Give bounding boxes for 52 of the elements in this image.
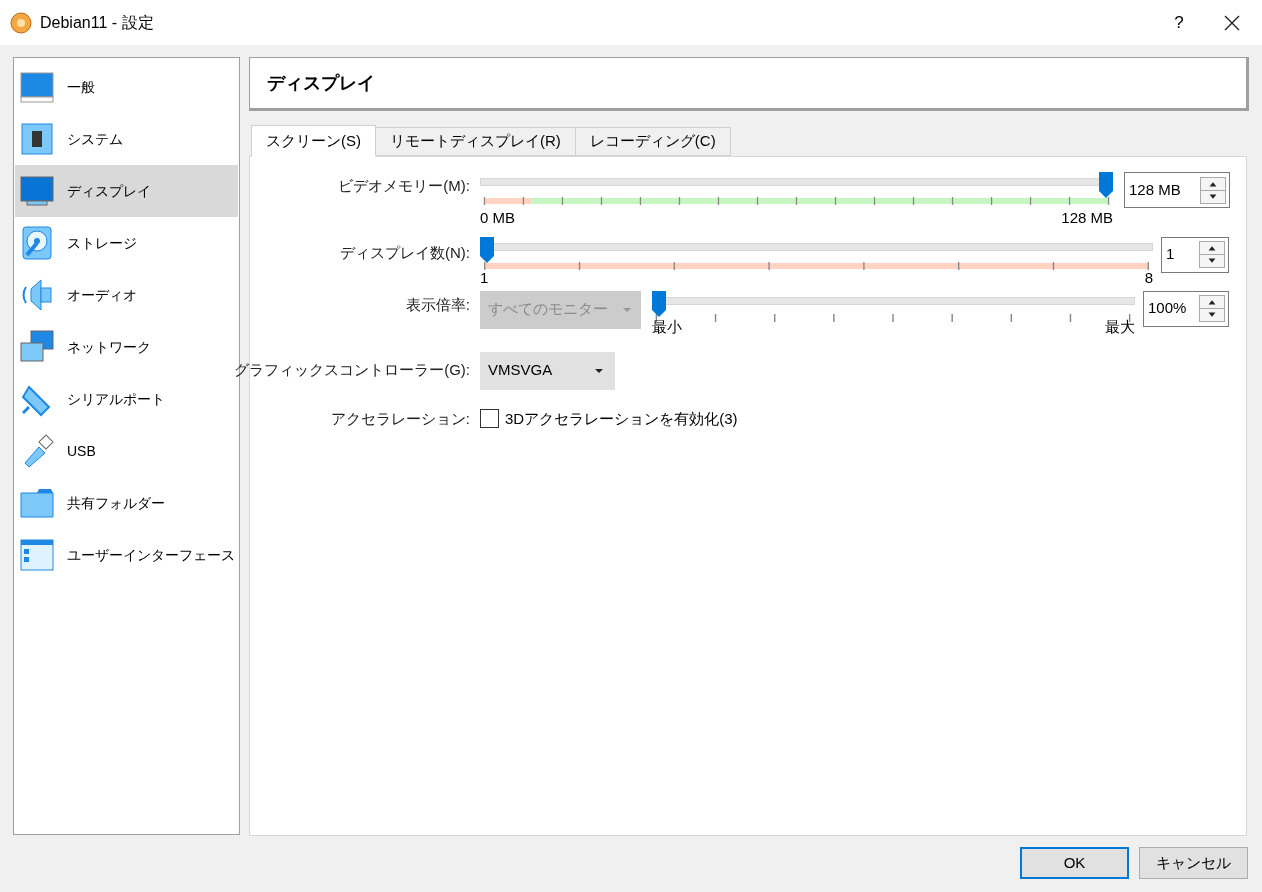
field-label: 表示倍率: [405,294,470,315]
slider-thumb[interactable] [652,290,666,317]
sidebar-item[interactable]: ストレージ [15,217,238,269]
monitor-icon [19,173,55,209]
max-label: 128 MB [1061,208,1113,228]
dialog-button[interactable]: OK [1020,847,1129,879]
video-memory-slider[interactable] [480,172,1113,198]
spin-box[interactable]: 128 MB [1124,172,1230,208]
min-label: 最小 [652,317,682,336]
min-label: 0 MB [480,208,515,228]
min-label: 1 [480,269,489,286]
network-monitors-icon [19,329,55,365]
spin-box[interactable]: 100% [1143,290,1229,327]
field-label: アクセラレーション: [330,408,470,429]
gear-icon [10,11,32,34]
sidebar-item[interactable]: オーディオ [15,269,238,321]
sidebar-item[interactable]: ディスプレイ [15,165,238,217]
dropdown-caret-icon [623,307,631,312]
acceleration-checkbox[interactable]: 3Dアクセラレーションを有効化(3) [480,407,738,430]
page-title: ディスプレイ [267,71,375,95]
max-label: 最大 [1105,317,1135,336]
tab[interactable]: スクリーン(S) [251,125,376,157]
spin-down-icon[interactable] [1199,308,1225,322]
chip-icon [19,121,55,157]
monitor-count-slider[interactable] [480,236,1153,263]
spin-down-icon[interactable] [1199,254,1225,268]
scale-slider[interactable] [652,290,1135,317]
controller-dropdown[interactable]: VMSVGA [480,351,615,390]
field-label: ビデオメモリー(M): [338,176,470,196]
tab[interactable]: レコーディング(C) [574,127,731,156]
tab[interactable]: リモートディスプレイ(R) [375,127,576,156]
slider-thumb[interactable] [480,236,494,263]
field-label: グラフィックスコントローラー(G): [234,360,470,381]
window-title: Debian11 - 設定 [40,12,154,33]
field-label: ディスプレイ数(N): [340,242,470,263]
sidebar-item[interactable]: 一般 [15,61,238,113]
sidebar-item[interactable]: USB [15,425,238,477]
monitor-icon [19,69,55,105]
spin-box[interactable]: 1 [1161,236,1229,273]
sidebar-item[interactable]: 共有フォルダー [15,477,238,529]
close-icon [1224,14,1240,31]
spin-up-icon[interactable] [1199,295,1225,309]
dialog-button[interactable]: キャンセル [1139,847,1248,879]
max-label: 8 [1144,269,1153,286]
sidebar-item[interactable]: システム [15,113,238,165]
sidebar-item[interactable]: ユーザーインターフェース [15,529,238,581]
slider-thumb[interactable] [1099,172,1113,198]
window-layout-icon [19,537,55,573]
spin-up-icon[interactable] [1200,176,1226,191]
spin-up-icon[interactable] [1199,241,1225,255]
help-button[interactable]: ? [1156,0,1202,45]
dropdown-caret-icon [595,368,603,373]
